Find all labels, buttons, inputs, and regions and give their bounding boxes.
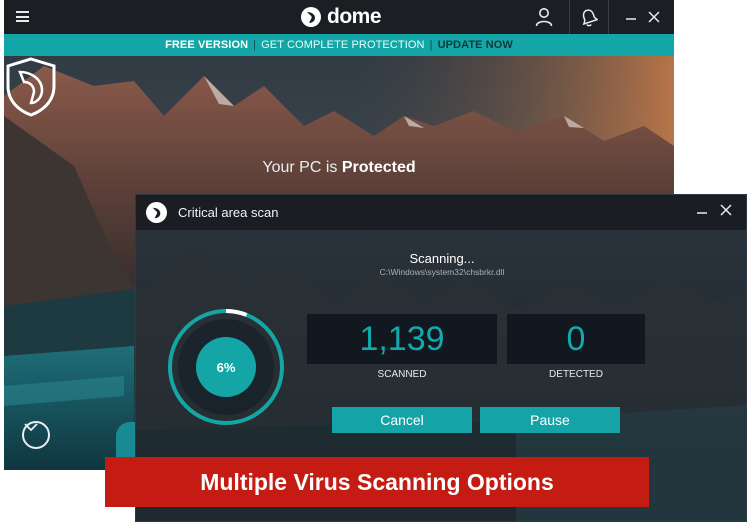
dialog-title-bar: Critical area scan (136, 195, 746, 230)
caption-banner: Multiple Virus Scanning Options (105, 457, 649, 507)
scanned-count: 1,139 (307, 314, 497, 364)
screenshot-stage: dome FREE VERSION | GET COMPLETE PROTECT… (0, 0, 750, 522)
minimize-icon[interactable] (621, 0, 641, 34)
close-icon[interactable] (644, 0, 664, 34)
promo-divider: | (253, 39, 257, 51)
brand-name: dome (327, 5, 382, 28)
promo-divider: | (429, 39, 433, 51)
scan-progress-arc (225, 309, 248, 317)
detected-count: 0 (507, 314, 645, 364)
brand-mark-icon (301, 7, 321, 27)
brand-logo: dome (300, 4, 382, 30)
progress-percent: 6% (216, 359, 236, 375)
cancel-button[interactable]: Cancel (332, 407, 472, 433)
title-separator (569, 0, 570, 34)
promo-bar: FREE VERSION | GET COMPLETE PROTECTION |… (4, 34, 674, 56)
status-prefix: Your PC is (262, 159, 342, 176)
brand-mark-icon (146, 202, 167, 223)
current-file-path: C:\Windows\system32\chsbrkr.dll (379, 267, 505, 277)
chevron-down-icon[interactable] (22, 421, 50, 449)
minimize-icon[interactable] (695, 203, 709, 222)
user-icon[interactable] (529, 0, 559, 34)
scanned-label: SCANNED (377, 369, 427, 380)
get-complete-protection-link[interactable]: GET COMPLETE PROTECTION (261, 39, 424, 51)
hamburger-icon[interactable] (16, 11, 29, 22)
pause-button[interactable]: Pause (480, 407, 620, 433)
shield-icon (6, 57, 56, 117)
dialog-title: Critical area scan (178, 205, 279, 220)
close-icon[interactable] (719, 203, 733, 222)
detected-label: DETECTED (549, 369, 603, 380)
status-state: Protected (341, 159, 416, 176)
protection-status: Your PC is Protected (4, 159, 674, 177)
bell-icon[interactable] (574, 0, 604, 34)
free-version-label: FREE VERSION (165, 39, 249, 51)
title-separator (608, 0, 609, 34)
title-bar: dome (4, 0, 674, 34)
update-now-link[interactable]: UPDATE NOW (438, 39, 513, 51)
scan-status: Scanning... (409, 251, 475, 266)
